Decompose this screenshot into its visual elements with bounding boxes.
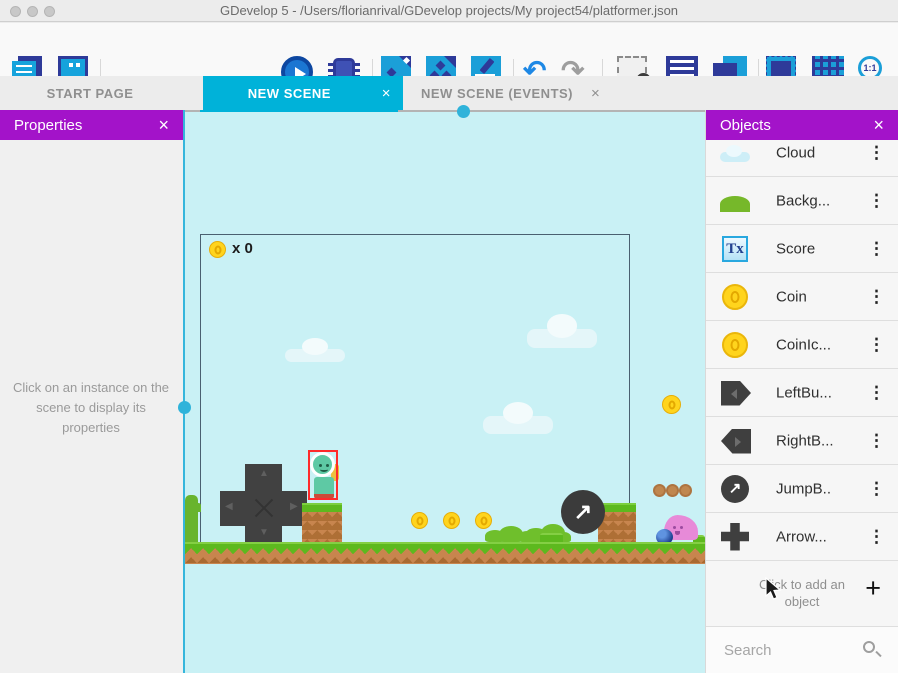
object-menu-icon[interactable]: ⋮ <box>868 431 885 451</box>
object-menu-icon[interactable]: ⋮ <box>868 383 885 403</box>
object-row-jumpbutton[interactable]: ↗ JumpB.. ⋮ <box>706 465 898 513</box>
hill-icon <box>718 184 752 218</box>
properties-panel: Properties × Click on an instance on the… <box>0 110 183 673</box>
object-menu-icon[interactable]: ⋮ <box>868 527 885 547</box>
cactus-instance[interactable] <box>185 495 198 542</box>
object-menu-icon[interactable]: ⋮ <box>868 239 885 259</box>
object-label: Score <box>776 240 815 257</box>
wood-decoration-instance[interactable] <box>666 484 679 497</box>
properties-panel-title: Properties <box>14 117 82 134</box>
properties-panel-header: Properties × <box>0 110 183 140</box>
object-row-leftbutton[interactable]: LeftBu... ⋮ <box>706 369 898 417</box>
active-tab-underline <box>200 110 398 112</box>
selection-outline <box>308 450 338 500</box>
object-label: JumpB.. <box>776 480 831 497</box>
object-label: Backg... <box>776 192 830 209</box>
add-object-area[interactable]: Click to add an object + <box>706 561 898 627</box>
ground-instance[interactable] <box>185 542 705 564</box>
tab-bar: START PAGE NEW SCENE × NEW SCENE (EVENTS… <box>0 76 898 110</box>
object-row-coin[interactable]: Coin ⋮ <box>706 273 898 321</box>
add-object-label[interactable]: Click to add an object <box>744 577 860 611</box>
tab-new-scene-events-label: NEW SCENE (EVENTS) <box>421 86 573 101</box>
object-menu-icon[interactable]: ⋮ <box>868 287 885 307</box>
object-menu-icon[interactable]: ⋮ <box>868 143 885 163</box>
tab-start-page-label: START PAGE <box>47 86 134 101</box>
objects-close-icon[interactable]: × <box>873 115 884 136</box>
object-menu-icon[interactable]: ⋮ <box>868 191 885 211</box>
platform-block-instance[interactable] <box>302 503 342 542</box>
jump-button-instance[interactable]: ↗ <box>561 490 605 534</box>
object-label: LeftBu... <box>776 384 832 401</box>
dpad-cross-icon <box>718 520 752 554</box>
object-label: Cloud <box>776 144 815 161</box>
objects-panel-title: Objects <box>720 117 771 134</box>
tab-new-scene[interactable]: NEW SCENE × <box>203 76 403 110</box>
objects-list: Cloud ⋮ Backg... ⋮ Tx Score ⋮ Coin ⋮ <box>706 140 898 561</box>
gdevelop-window: GDevelop 5 - /Users/florianrival/GDevelo… <box>0 0 898 673</box>
object-row-arrows[interactable]: Arrow... ⋮ <box>706 513 898 561</box>
toolbar: ↶ ↷ 1:1 <box>0 23 898 76</box>
search-bar <box>706 627 898 673</box>
wood-decoration-instance[interactable] <box>653 484 666 497</box>
objects-panel: Objects × Cloud ⋮ Backg... ⋮ Tx Score ⋮ <box>705 110 898 673</box>
tab-new-scene-events[interactable]: NEW SCENE (EVENTS) × <box>403 76 643 110</box>
properties-close-icon[interactable]: × <box>158 115 169 136</box>
title-bar: GDevelop 5 - /Users/florianrival/GDevelo… <box>0 0 898 22</box>
coin-instance[interactable] <box>411 512 428 529</box>
text-object-icon: Tx <box>718 232 752 266</box>
object-label: RightB... <box>776 432 834 449</box>
object-label: Arrow... <box>776 528 827 545</box>
object-row-coinicon[interactable]: CoinIc... ⋮ <box>706 321 898 369</box>
coin-icon-instance[interactable] <box>209 241 226 258</box>
tab-start-page[interactable]: START PAGE <box>0 76 180 110</box>
search-input[interactable] <box>724 635 854 665</box>
object-row-cloud[interactable]: Cloud ⋮ <box>706 140 898 177</box>
tab-new-scene-close-icon[interactable]: × <box>382 85 391 102</box>
dpad-down-icon: ▼ <box>259 527 269 538</box>
right-button-icon <box>718 424 752 458</box>
mouse-cursor <box>765 577 782 601</box>
coin-instance[interactable] <box>443 512 460 529</box>
tab-new-scene-label: NEW SCENE <box>215 86 364 101</box>
tab-new-scene-events-close-icon[interactable]: × <box>591 85 600 102</box>
window-title: GDevelop 5 - /Users/florianrival/GDevelo… <box>0 3 898 18</box>
object-label: Coin <box>776 288 807 305</box>
object-row-rightbutton[interactable]: RightB... ⋮ <box>706 417 898 465</box>
properties-empty-message: Click on an instance on the scene to dis… <box>12 378 170 438</box>
object-row-score[interactable]: Tx Score ⋮ <box>706 225 898 273</box>
search-icon <box>863 641 875 653</box>
object-menu-icon[interactable]: ⋮ <box>868 479 885 499</box>
panel-resize-handle[interactable] <box>178 401 191 414</box>
coin-icon <box>718 280 752 314</box>
dpad-right-icon: ▶ <box>290 501 298 512</box>
scene-canvas[interactable]: x 0 ▲ ▼ ◀ ▶ <box>185 110 705 673</box>
coin-counter-text[interactable]: x 0 <box>232 240 253 257</box>
object-menu-icon[interactable]: ⋮ <box>868 335 885 355</box>
coin-icon <box>718 328 752 362</box>
left-button-icon <box>718 376 752 410</box>
add-object-plus-icon[interactable]: + <box>865 573 881 604</box>
jump-button-icon: ↗ <box>718 472 752 506</box>
object-row-background[interactable]: Backg... ⋮ <box>706 177 898 225</box>
jump-arrow-icon: ↗ <box>574 499 592 524</box>
dpad-up-icon: ▲ <box>259 468 269 479</box>
dpad-left-icon: ◀ <box>225 501 233 512</box>
objects-panel-header: Objects × <box>706 110 898 140</box>
coin-instance[interactable] <box>662 395 681 414</box>
wood-decoration-instance[interactable] <box>679 484 692 497</box>
object-label: CoinIc... <box>776 336 831 353</box>
cloud-icon <box>718 140 752 170</box>
cactus-arm <box>196 503 201 512</box>
canvas-top-resize-handle[interactable] <box>457 105 470 118</box>
